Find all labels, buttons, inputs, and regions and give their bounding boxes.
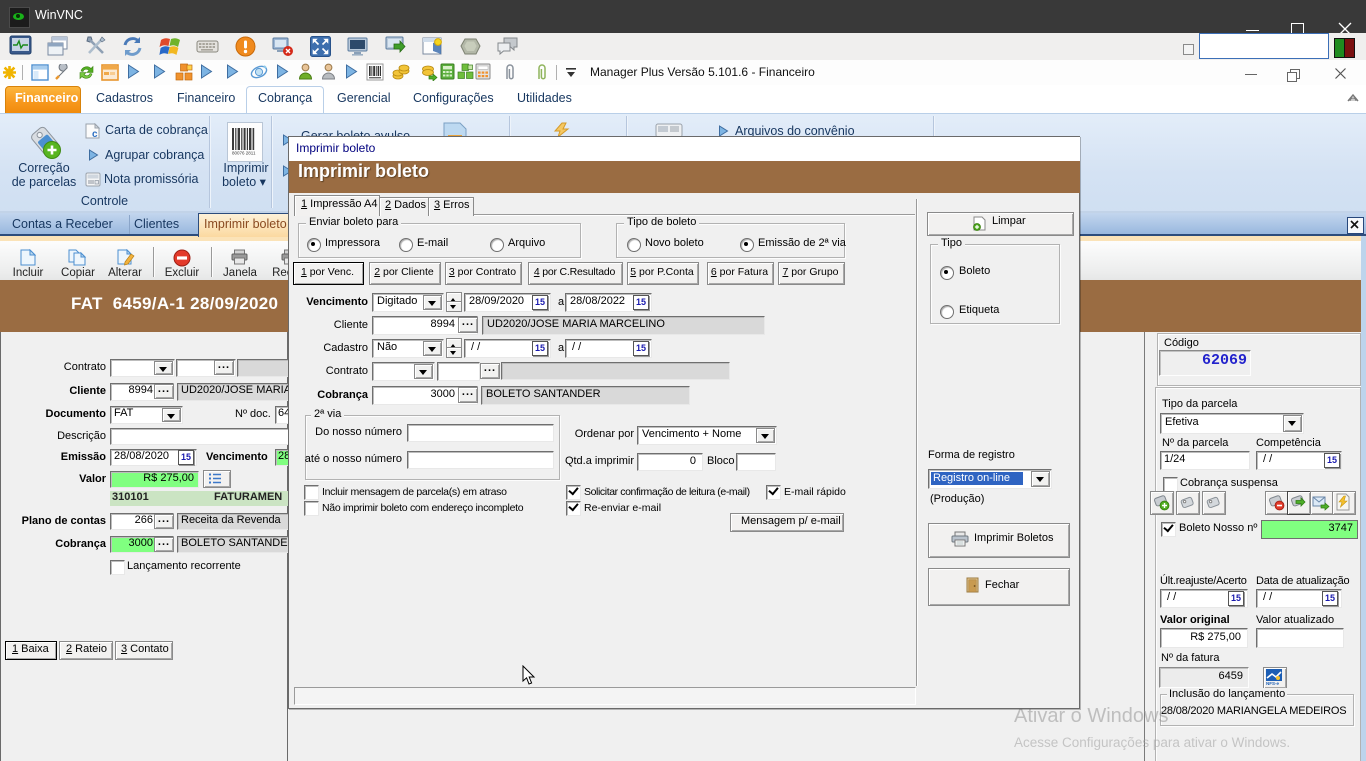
svg-text:80076 2811: 80076 2811: [232, 151, 256, 156]
svg-text:NFS-e: NFS-e: [1266, 681, 1279, 685]
svg-text:c: c: [92, 129, 98, 139]
